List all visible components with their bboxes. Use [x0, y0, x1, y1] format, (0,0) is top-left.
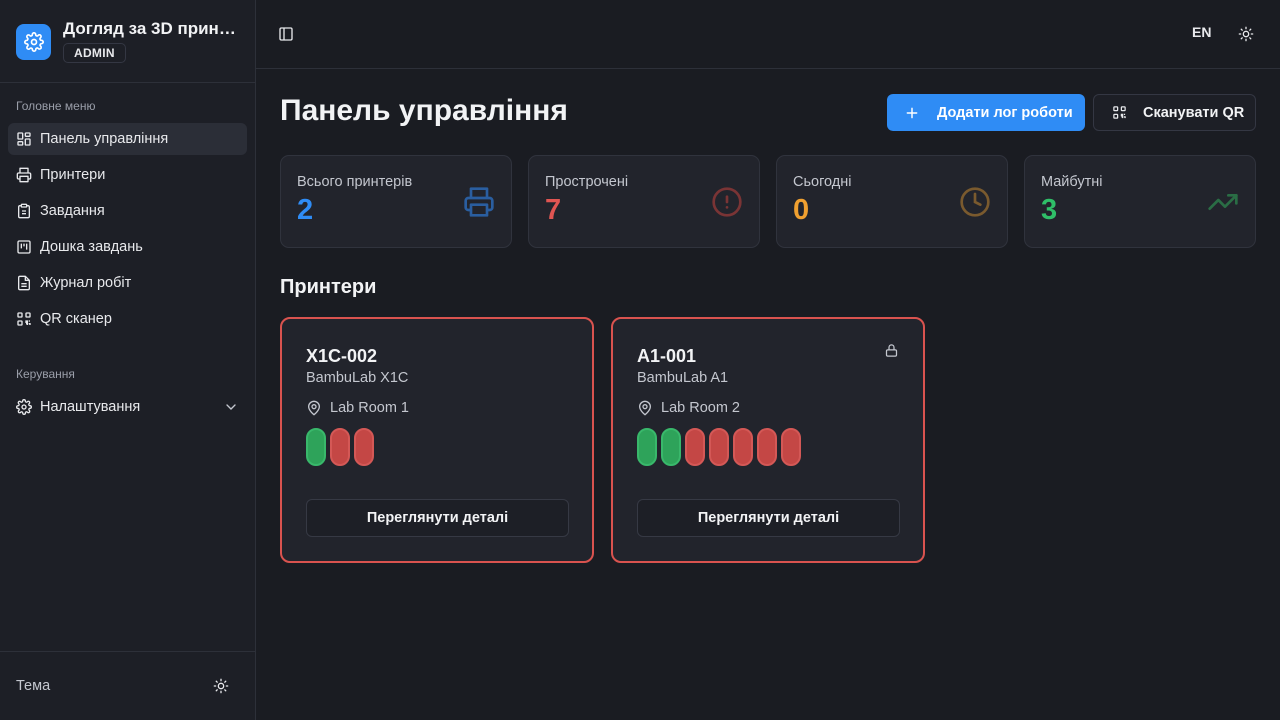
main-nav: Панель управління Принтери Завдання Дошк…: [8, 123, 247, 339]
clipboard-icon: [18, 203, 30, 219]
sidebar-item-worklog[interactable]: Журнал робіт: [8, 267, 247, 299]
file-text-icon: [18, 275, 30, 291]
printer-model: BambuLab X1C: [306, 370, 409, 386]
main-menu-label: Головне меню: [16, 99, 96, 113]
dashboard-icon: [17, 132, 31, 146]
printer-icon: [16, 167, 32, 183]
printer-card[interactable]: A1-001 BambuLab A1 Lab Room 2 Переглянут…: [611, 317, 925, 563]
sun-icon[interactable]: [1238, 26, 1254, 42]
sidebar-item-label: Принтери: [40, 167, 106, 183]
map-pin-icon: [638, 400, 652, 416]
status-pill-ok[interactable]: [306, 428, 326, 466]
sidebar-item-dashboard[interactable]: Панель управління: [8, 123, 247, 155]
printer-icon: [464, 187, 494, 217]
stat-card-today: Сьогодні 0: [776, 155, 1008, 248]
maintenance-status-pills: [637, 428, 899, 466]
status-pill-overdue[interactable]: [733, 428, 753, 466]
printer-location-label: Lab Room 1: [330, 400, 409, 416]
gear-icon[interactable]: [16, 24, 51, 60]
view-details-button[interactable]: Переглянути деталі: [306, 499, 569, 537]
sidebar-item-label: Журнал робіт: [40, 275, 132, 291]
status-pill-ok[interactable]: [661, 428, 681, 466]
status-pill-overdue[interactable]: [685, 428, 705, 466]
sidebar-item-label: Дошка завдань: [40, 239, 143, 255]
status-pill-overdue[interactable]: [330, 428, 350, 466]
status-pill-overdue[interactable]: [709, 428, 729, 466]
printers-section-title: Принтери: [280, 276, 377, 298]
stat-card-upcoming: Майбутні 3: [1024, 155, 1256, 248]
kanban-icon: [17, 240, 31, 254]
gear-icon: [16, 399, 32, 415]
plus-icon: [906, 107, 918, 118]
status-pill-overdue[interactable]: [354, 428, 374, 466]
add-log-button[interactable]: Додати лог роботи: [887, 94, 1085, 131]
sidebar: Догляд за 3D принтерами ADMIN Головне ме…: [0, 0, 256, 720]
sidebar-item-qr-scanner[interactable]: QR сканер: [8, 303, 247, 335]
sidebar-item-label: QR сканер: [40, 311, 112, 327]
printer-location: Lab Room 2: [637, 400, 899, 416]
sidebar-item-label: Налаштування: [40, 399, 141, 415]
manage-menu-label: Керування: [16, 367, 75, 381]
stat-card-overdue: Прострочені 7: [528, 155, 760, 248]
sidebar-toggle-icon[interactable]: [278, 26, 294, 42]
sidebar-item-label: Завдання: [40, 203, 105, 219]
trending-up-icon: [1208, 194, 1238, 210]
sidebar-footer: Тема: [0, 651, 255, 720]
sidebar-item-printers[interactable]: Принтери: [8, 159, 247, 191]
topbar: EN: [256, 0, 1280, 69]
app-title: Догляд за 3D принтерами: [63, 19, 239, 38]
role-badge: ADMIN: [63, 43, 126, 63]
qr-code-icon: [1113, 106, 1126, 119]
page-title: Панель управління: [280, 94, 568, 127]
sidebar-item-tasks[interactable]: Завдання: [8, 195, 247, 227]
lock-icon: [885, 344, 898, 357]
printer-location-label: Lab Room 2: [661, 400, 740, 416]
theme-label: Тема: [16, 678, 51, 694]
printer-model: BambuLab A1: [637, 370, 729, 386]
sidebar-header: Догляд за 3D принтерами ADMIN: [0, 0, 255, 83]
language-switcher[interactable]: EN: [1192, 24, 1211, 40]
status-pill-ok[interactable]: [637, 428, 657, 466]
printer-card[interactable]: X1C-002 BambuLab X1C Lab Room 1 Переглян…: [280, 317, 594, 563]
clock-icon: [960, 187, 990, 217]
add-log-label: Додати лог роботи: [937, 104, 1073, 121]
map-pin-icon: [307, 400, 321, 416]
sidebar-item-label: Панель управління: [40, 131, 169, 147]
chevron-down-icon[interactable]: [223, 399, 239, 415]
scan-qr-label: Сканувати QR: [1143, 104, 1245, 121]
maintenance-status-pills: [306, 428, 568, 466]
printer-name: A1-001: [637, 346, 697, 366]
sidebar-item-board[interactable]: Дошка завдань: [8, 231, 247, 263]
manage-nav: Налаштування: [8, 391, 247, 427]
status-pill-overdue[interactable]: [757, 428, 777, 466]
sun-icon[interactable]: [213, 678, 229, 694]
qr-code-icon: [17, 312, 31, 326]
view-details-button[interactable]: Переглянути деталі: [637, 499, 900, 537]
scan-qr-button[interactable]: Сканувати QR: [1093, 94, 1256, 131]
sidebar-item-settings[interactable]: Налаштування: [8, 391, 247, 423]
alert-circle-icon: [712, 187, 742, 217]
printer-name: X1C-002: [306, 346, 378, 366]
status-pill-overdue[interactable]: [781, 428, 801, 466]
stat-card-total-printers: Всього принтерів 2: [280, 155, 512, 248]
printer-location: Lab Room 1: [306, 400, 568, 416]
